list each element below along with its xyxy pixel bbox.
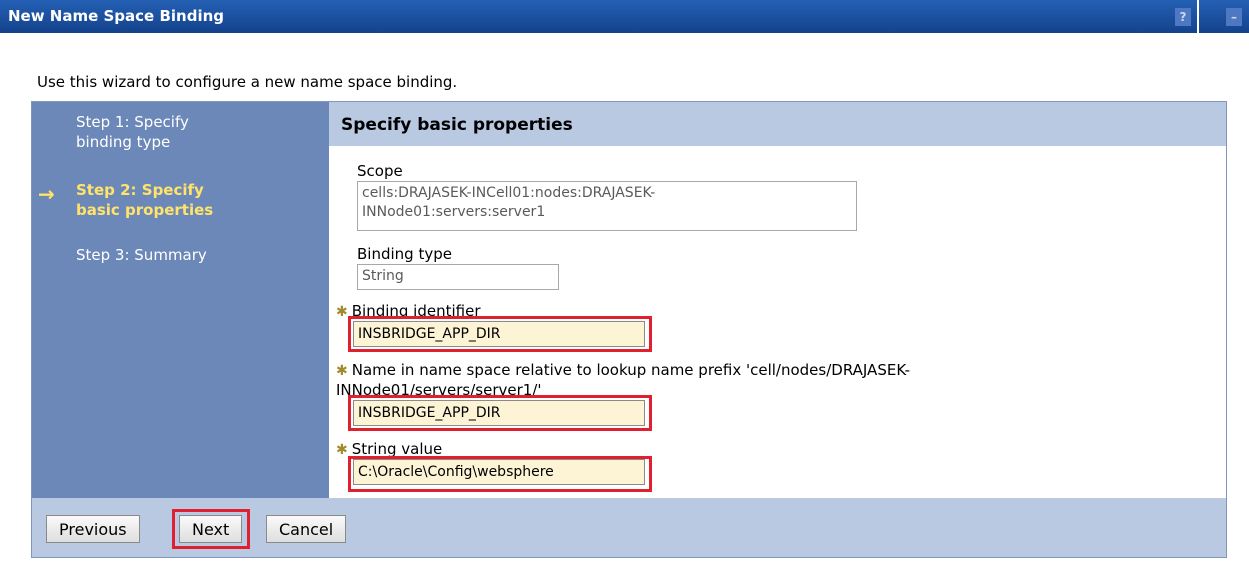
step-1-label-line1: Step 1: Specify (76, 113, 189, 131)
highlight-next-button (172, 509, 250, 549)
wizard-button-bar: Previous Next Cancel (31, 498, 1227, 558)
name-in-namespace-label-line1: Name in name space relative to lookup na… (351, 361, 910, 379)
binding-type-value: String (357, 264, 559, 290)
scope-value: cells:DRAJASEK-INCell01:nodes:DRAJASEK- … (357, 181, 857, 231)
highlight-name-in-namespace (348, 395, 652, 431)
wizard-intro-text: Use this wizard to configure a new name … (37, 73, 458, 91)
scope-value-line1: cells:DRAJASEK-INCell01:nodes:DRAJASEK- (362, 185, 656, 201)
window-title-bar: New Name Space Binding ? – (0, 0, 1249, 33)
minimize-icon[interactable]: – (1226, 8, 1242, 26)
required-marker-icon: ✱ (336, 363, 348, 379)
current-step-arrow-icon: → (38, 182, 55, 206)
cancel-button[interactable]: Cancel (266, 515, 347, 543)
required-marker-icon: ✱ (336, 442, 348, 458)
step-2-label-line2: basic properties (76, 201, 214, 219)
scope-label: Scope (357, 162, 403, 180)
step-1-item: Step 1: Specify binding type (76, 112, 189, 152)
wizard-panel: Step 1: Specify binding type → Step 2: S… (31, 101, 1227, 498)
window-title: New Name Space Binding (8, 7, 225, 25)
scope-value-line2: INNode01:servers:server1 (362, 204, 546, 220)
required-marker-icon: ✱ (336, 304, 348, 320)
step-3-item: Step 3: Summary (76, 245, 207, 265)
step-2-item: Step 2: Specify basic properties (76, 180, 213, 220)
properties-panel: Specify basic properties Scope cells:DRA… (329, 102, 1226, 498)
step-1-label-line2: binding type (76, 133, 171, 151)
step-2-label-line1: Step 2: Specify (76, 181, 204, 199)
panel-heading: Specify basic properties (329, 102, 1226, 146)
wizard-steps-sidebar: Step 1: Specify binding type → Step 2: S… (32, 102, 329, 498)
highlight-string-value (348, 456, 652, 492)
title-bar-divider (1197, 0, 1199, 33)
step-3-label: Step 3: Summary (76, 246, 207, 264)
binding-type-label: Binding type (357, 245, 452, 263)
highlight-binding-identifier (348, 316, 652, 352)
help-icon[interactable]: ? (1175, 8, 1191, 26)
previous-button[interactable]: Previous (46, 515, 140, 543)
